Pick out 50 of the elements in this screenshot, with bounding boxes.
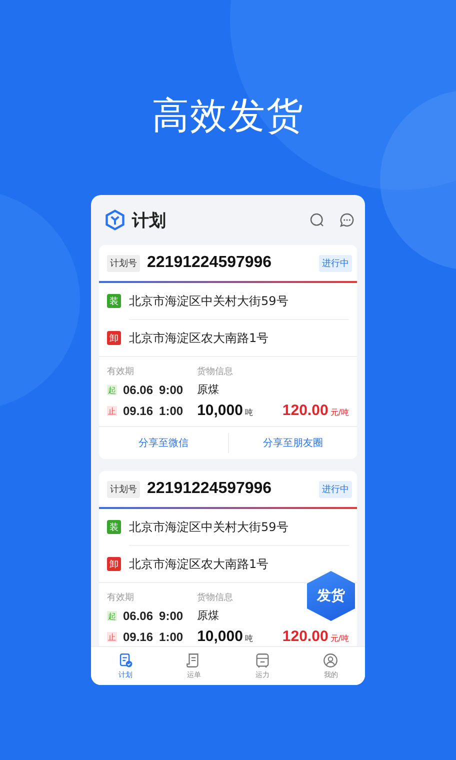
status-badge: 进行中: [319, 254, 352, 272]
plan-card[interactable]: 计划号 22191224597996 进行中 装 北京市海淀区中关村大街59号 卸 北京市海淀区农大南路1号 有效期 起 06.06 9:00 止 09.16 1:00 货物信息 原煤 10,000 吨 120.00 元/吨 分享至微信 分享至朋友圈: [99, 245, 357, 459]
address-text: 北京市海淀区农大南路1号: [129, 330, 269, 346]
stop-tag: 卸: [107, 331, 121, 345]
address-text: 北京市海淀区农大南路1号: [129, 556, 269, 572]
stop-tag: 装: [107, 294, 121, 308]
quantity-unit: 吨: [244, 633, 253, 644]
plan-number: 22191224597996: [147, 480, 272, 498]
chat-icon[interactable]: [339, 212, 355, 228]
date-text: 06.06: [123, 609, 154, 623]
time-text: 1:00: [159, 630, 184, 644]
bus-icon: [254, 652, 271, 669]
date-text: 09.16: [123, 404, 154, 418]
share-link[interactable]: 分享至微信: [99, 433, 228, 453]
date-tag: 止: [107, 632, 117, 642]
cargo-name: 原煤: [197, 382, 220, 398]
plan-number-label: 计划号: [107, 480, 140, 498]
plan-number-label: 计划号: [107, 254, 140, 272]
stop-tag: 卸: [107, 557, 121, 571]
price-value: 120.00: [282, 402, 328, 419]
field-label: 货物信息: [197, 366, 234, 378]
quantity-value: 10,000: [197, 628, 243, 645]
hexagon-logo-icon: [104, 209, 126, 231]
page-title: 计划: [132, 210, 166, 232]
date-tag: 起: [107, 611, 117, 621]
field-label: 货物信息: [197, 592, 234, 604]
status-badge: 进行中: [319, 480, 352, 498]
plan-number: 22191224597996: [147, 254, 272, 272]
user-icon: [322, 652, 340, 669]
date-tag: 起: [107, 385, 117, 395]
time-text: 1:00: [159, 404, 184, 418]
quantity-unit: 吨: [244, 407, 253, 418]
time-text: 9:00: [159, 383, 184, 397]
price-unit: 元/吨: [330, 633, 349, 644]
share-link[interactable]: 分享至朋友圈: [228, 433, 357, 453]
quantity-value: 10,000: [197, 402, 243, 419]
address-text: 北京市海淀区中关村大街59号: [129, 518, 288, 536]
price-unit: 元/吨: [330, 407, 349, 418]
cargo-name: 原煤: [197, 608, 220, 624]
price-value: 120.00: [282, 628, 328, 645]
address-text: 北京市海淀区中关村大街59号: [129, 292, 288, 310]
date-tag: 止: [107, 406, 117, 416]
date-text: 09.16: [123, 630, 154, 644]
field-label: 有效期: [107, 366, 134, 378]
date-text: 06.06: [123, 383, 154, 397]
search-icon[interactable]: [309, 212, 325, 228]
stop-tag: 装: [107, 520, 121, 534]
headline: 高效发货: [152, 93, 304, 139]
field-label: 有效期: [107, 592, 134, 604]
time-text: 9:00: [159, 609, 184, 623]
